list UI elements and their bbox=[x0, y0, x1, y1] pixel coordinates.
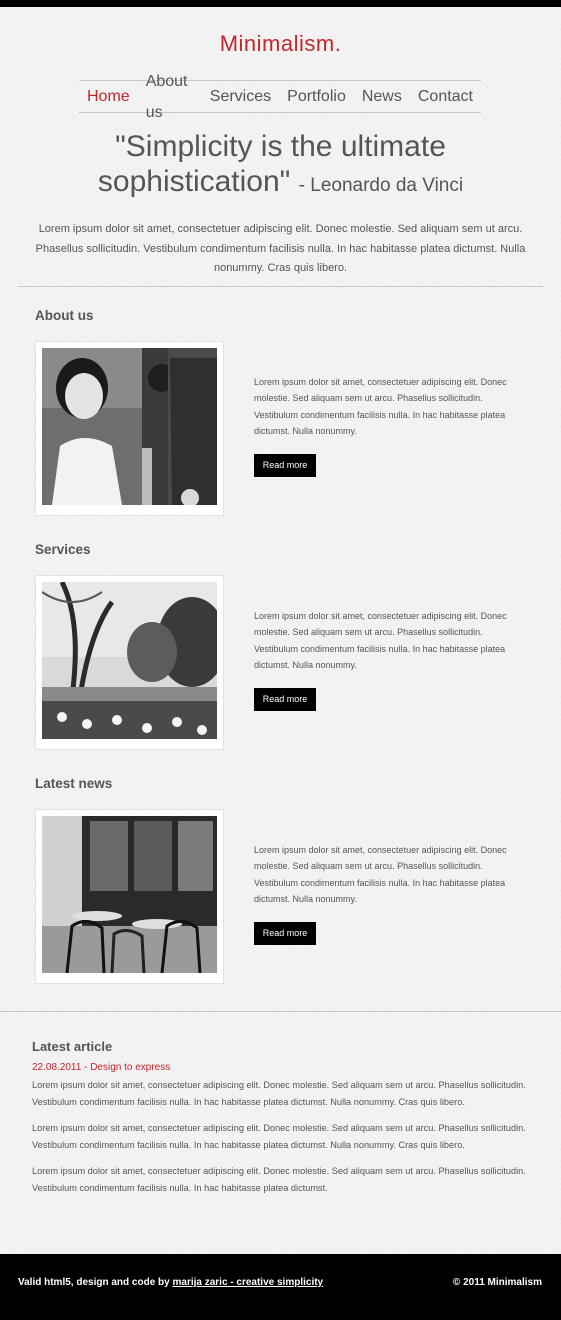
section-title-services: Services bbox=[35, 542, 91, 557]
latest-news-photo bbox=[35, 809, 224, 984]
article-paragraph: Lorem ipsum dolor sit amet, consectetuer… bbox=[32, 1080, 526, 1107]
nav-home[interactable]: Home bbox=[79, 81, 138, 112]
hero-quote: "Simplicity is the ultimate sophisticati… bbox=[20, 129, 541, 203]
top-bar bbox=[0, 0, 561, 7]
section-title-about-us: About us bbox=[35, 308, 94, 323]
footer-copyright: © 2011 Minimalism bbox=[452, 1277, 542, 1288]
latest-news-read-more-button[interactable]: Read more bbox=[254, 922, 316, 945]
nav-services[interactable]: Services bbox=[202, 81, 279, 112]
nav-news[interactable]: News bbox=[354, 81, 410, 112]
main-nav: Home About us Services Portfolio News Co… bbox=[79, 73, 481, 121]
footer-author-link[interactable]: marija zaric - creative simplicity bbox=[172, 1277, 323, 1288]
article-paragraph: Lorem ipsum dolor sit amet, consectetuer… bbox=[32, 1123, 526, 1150]
divider bbox=[0, 1011, 561, 1012]
latest-news-text: Lorem ipsum dolor sit amet, consectetuer… bbox=[254, 845, 507, 904]
services-photo bbox=[35, 575, 224, 750]
article-paragraph: Lorem ipsum dolor sit amet, consectetuer… bbox=[32, 1166, 526, 1193]
nav-about-us[interactable]: About us bbox=[138, 66, 202, 128]
cafe-photo bbox=[42, 816, 217, 973]
footer-credit: Valid html5, design and code by marija z… bbox=[18, 1277, 323, 1288]
nav-portfolio[interactable]: Portfolio bbox=[279, 81, 354, 112]
article-date-link[interactable]: 22.08.2011 - Design to express bbox=[32, 1062, 170, 1073]
services-text: Lorem ipsum dolor sit amet, consectetuer… bbox=[254, 611, 507, 670]
divider bbox=[18, 286, 543, 287]
woman-laughing-photo bbox=[42, 348, 217, 505]
quote-author: - Leonardo da Vinci bbox=[298, 175, 464, 196]
park-photo bbox=[42, 582, 217, 739]
about-us-photo bbox=[35, 341, 224, 516]
section-title-latest-news: Latest news bbox=[35, 776, 113, 791]
services-read-more-button[interactable]: Read more bbox=[254, 688, 316, 711]
about-us-read-more-button[interactable]: Read more bbox=[254, 454, 316, 477]
about-us-text: Lorem ipsum dolor sit amet, consectetuer… bbox=[254, 377, 507, 436]
footer-credit-text: Valid html5, design and code by bbox=[18, 1277, 170, 1288]
nav-contact[interactable]: Contact bbox=[410, 81, 481, 112]
site-logo[interactable]: Minimalism. bbox=[0, 31, 561, 57]
footer: Valid html5, design and code by marija z… bbox=[0, 1254, 561, 1320]
latest-article-title: Latest article bbox=[32, 1039, 113, 1054]
intro-text: Lorem ipsum dolor sit amet, consectetuer… bbox=[35, 223, 526, 274]
